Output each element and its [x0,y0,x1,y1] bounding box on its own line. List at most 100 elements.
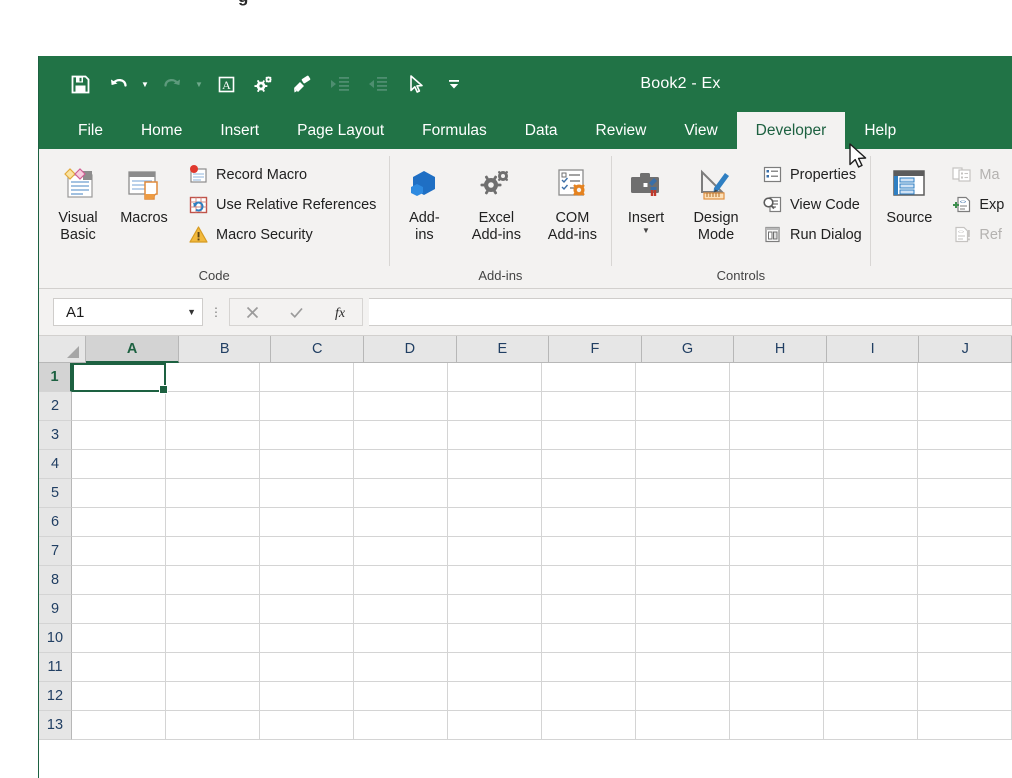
tab-help[interactable]: Help [845,112,915,149]
tab-review[interactable]: Review [577,112,666,149]
cell-f1[interactable] [542,363,636,392]
cell-a9[interactable] [72,595,166,624]
formula-input[interactable] [369,298,1012,326]
row-header-8[interactable]: 8 [39,566,72,595]
cell-d9[interactable] [354,595,448,624]
use-relative-references-button[interactable]: Use Relative References [184,190,382,219]
cell-a10[interactable] [72,624,166,653]
insert-control-caret-icon[interactable]: ▼ [642,227,650,235]
cell-b10[interactable] [166,624,260,653]
cell-f8[interactable] [542,566,636,595]
cell-g8[interactable] [636,566,730,595]
cell-j4[interactable] [918,450,1012,479]
cell-a13[interactable] [72,711,166,740]
com-add-ins-button[interactable]: COM Add-ins [536,158,608,248]
cell-g9[interactable] [636,595,730,624]
cell-a6[interactable] [72,508,166,537]
cell-f2[interactable] [542,392,636,421]
row-header-11[interactable]: 11 [39,653,72,682]
cell-h11[interactable] [730,653,824,682]
cell-e7[interactable] [448,537,542,566]
cell-i10[interactable] [824,624,918,653]
cell-i2[interactable] [824,392,918,421]
cell-d2[interactable] [354,392,448,421]
row-header-5[interactable]: 5 [39,479,72,508]
cell-e2[interactable] [448,392,542,421]
cell-d6[interactable] [354,508,448,537]
name-box[interactable]: A1 ▼ [53,298,203,326]
cell-i5[interactable] [824,479,918,508]
cell-d5[interactable] [354,479,448,508]
row-header-6[interactable]: 6 [39,508,72,537]
cell-h9[interactable] [730,595,824,624]
cancel-formula-button[interactable] [230,299,274,325]
customize-quick-access-toolbar-icon[interactable] [437,67,471,101]
cell-j2[interactable] [918,392,1012,421]
row-header-13[interactable]: 13 [39,711,72,740]
cell-f13[interactable] [542,711,636,740]
cell-h7[interactable] [730,537,824,566]
xml-source-button[interactable]: Source [877,158,941,231]
insert-function-button[interactable]: fx [318,299,362,325]
cell-j6[interactable] [918,508,1012,537]
export-button[interactable]: <> Exp [947,190,1010,219]
cell-g6[interactable] [636,508,730,537]
cell-e12[interactable] [448,682,542,711]
cell-a8[interactable] [72,566,166,595]
cell-h3[interactable] [730,421,824,450]
cell-e9[interactable] [448,595,542,624]
cell-b5[interactable] [166,479,260,508]
row-header-4[interactable]: 4 [39,450,72,479]
cell-b13[interactable] [166,711,260,740]
cell-c3[interactable] [260,421,354,450]
cell-h5[interactable] [730,479,824,508]
cell-b2[interactable] [166,392,260,421]
cell-e5[interactable] [448,479,542,508]
row-header-2[interactable]: 2 [39,392,72,421]
view-code-button[interactable]: View Code [758,190,868,219]
cell-a12[interactable] [72,682,166,711]
select-objects-icon[interactable] [399,67,433,101]
cell-h12[interactable] [730,682,824,711]
column-header-j[interactable]: J [919,336,1012,363]
cell-c2[interactable] [260,392,354,421]
cell-a1[interactable] [72,363,166,392]
cell-b12[interactable] [166,682,260,711]
cell-d3[interactable] [354,421,448,450]
cell-e3[interactable] [448,421,542,450]
cell-a11[interactable] [72,653,166,682]
cell-f7[interactable] [542,537,636,566]
cell-d4[interactable] [354,450,448,479]
record-macro-button[interactable]: Record Macro [184,160,382,189]
cell-j7[interactable] [918,537,1012,566]
save-icon[interactable] [63,67,97,101]
tab-home[interactable]: Home [122,112,201,149]
cell-e1[interactable] [448,363,542,392]
cell-j12[interactable] [918,682,1012,711]
cell-e13[interactable] [448,711,542,740]
cell-c8[interactable] [260,566,354,595]
design-mode-button[interactable]: Design Mode [680,158,752,248]
column-header-a[interactable]: A [86,336,179,363]
cell-f6[interactable] [542,508,636,537]
cell-d7[interactable] [354,537,448,566]
undo-dropdown-caret-icon[interactable]: ▼ [139,80,151,89]
cell-c7[interactable] [260,537,354,566]
cell-i1[interactable] [824,363,918,392]
row-header-12[interactable]: 12 [39,682,72,711]
name-box-dropdown-caret-icon[interactable]: ▼ [187,307,196,317]
cell-b9[interactable] [166,595,260,624]
column-header-h[interactable]: H [734,336,827,363]
cell-d11[interactable] [354,653,448,682]
cell-a5[interactable] [72,479,166,508]
cell-i8[interactable] [824,566,918,595]
cell-c10[interactable] [260,624,354,653]
cell-a4[interactable] [72,450,166,479]
cell-e6[interactable] [448,508,542,537]
enter-formula-button[interactable] [274,299,318,325]
cell-c11[interactable] [260,653,354,682]
cell-j5[interactable] [918,479,1012,508]
cell-g1[interactable] [636,363,730,392]
cell-f10[interactable] [542,624,636,653]
row-header-1[interactable]: 1 [39,363,72,392]
